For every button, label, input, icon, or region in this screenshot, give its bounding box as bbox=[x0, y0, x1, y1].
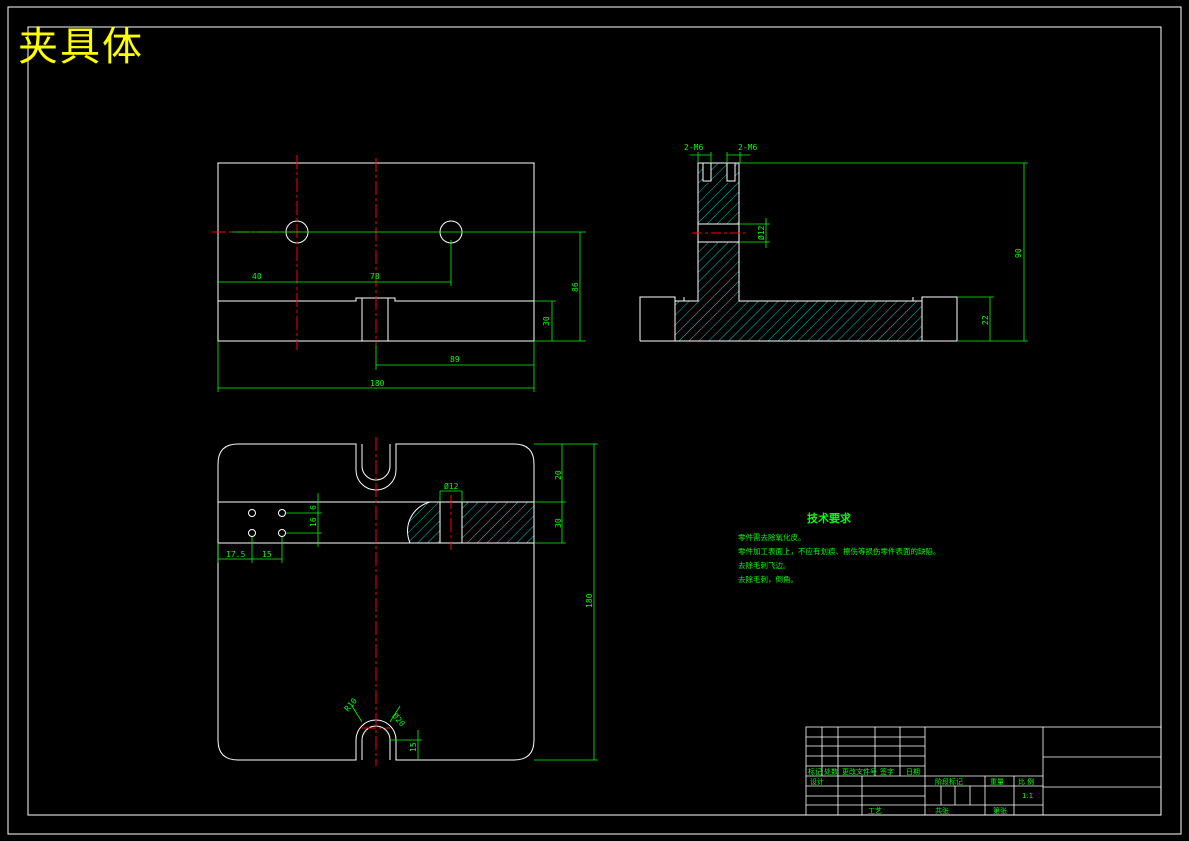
tb-weight: 重量 bbox=[990, 778, 1004, 786]
dim-hole: Ø12 bbox=[756, 225, 766, 240]
tech-req-item: 去除毛刺飞边。 bbox=[738, 560, 791, 570]
front-view-centerlines bbox=[212, 155, 377, 350]
tb-signature: 签字 bbox=[880, 767, 894, 776]
inner-border bbox=[27, 26, 1162, 816]
dim-30: 30 bbox=[542, 316, 551, 326]
tb-process: 工艺 bbox=[868, 807, 882, 815]
tb-design: 设计 bbox=[810, 777, 824, 786]
dim-base-22: 22 bbox=[981, 315, 990, 325]
dim-plan-16: 16 bbox=[309, 517, 318, 527]
plan-view-dimlines bbox=[217, 443, 598, 761]
plan-view bbox=[217, 437, 535, 766]
tb-scale-value: 1:1 bbox=[1022, 792, 1033, 800]
drawing-sheet: 40 78 86 30 89 180 2-M6 2-M6 Ø12 90 22 2… bbox=[7, 6, 1182, 835]
tb-ratio: 比 例 bbox=[1018, 777, 1034, 786]
dim-plan-15b: 15 bbox=[409, 742, 418, 752]
outer-border bbox=[7, 6, 1182, 835]
tech-req-item: 去除毛刺，倒角。 bbox=[738, 574, 798, 584]
dim-height-90: 90 bbox=[1014, 248, 1023, 258]
tb-count: 处数 bbox=[824, 767, 838, 776]
dim-plan-6: 6 bbox=[309, 505, 318, 510]
side-view bbox=[639, 162, 958, 342]
dim-78: 78 bbox=[370, 272, 380, 281]
dim-plan-15: 15 bbox=[262, 550, 272, 559]
tb-sheet: 第张 bbox=[993, 806, 1007, 815]
dim-plan-phi20: Ø20 bbox=[390, 711, 407, 729]
dim-86: 86 bbox=[571, 282, 580, 292]
front-view-dimlines bbox=[217, 231, 586, 392]
dim-plan-180: 180 bbox=[585, 593, 594, 608]
dim-plan-17-5: 17.5 bbox=[226, 550, 245, 559]
dim-plan-20: 20 bbox=[554, 470, 563, 480]
dim-plan-30: 30 bbox=[554, 518, 563, 528]
dim-89: 89 bbox=[450, 355, 460, 364]
tech-req-item: 零件加工表面上，不应有划痕、擦伤等损伤零件表面的缺陷。 bbox=[738, 546, 941, 556]
drawing-title: 夹具体 bbox=[18, 24, 144, 70]
tech-req-heading: 技术要求 bbox=[807, 511, 852, 525]
tech-req-item: 零件需去除氧化皮。 bbox=[738, 532, 806, 542]
dim-plan-phi12: Ø12 bbox=[444, 481, 459, 491]
tb-change-doc: 更改文件号 bbox=[842, 767, 877, 776]
tb-stage: 阶段标记 bbox=[935, 777, 963, 786]
tb-date: 日期 bbox=[906, 768, 920, 776]
dim-slot-right: 2-M6 bbox=[738, 143, 757, 152]
dim-slot-left: 2-M6 bbox=[684, 143, 703, 152]
dim-40: 40 bbox=[252, 272, 262, 281]
dim-plan-r10: R10 bbox=[343, 696, 359, 713]
dim-180: 180 bbox=[370, 379, 385, 388]
tb-marker: 标记 bbox=[808, 767, 822, 776]
tb-sheets-total: 共张 bbox=[935, 806, 949, 815]
